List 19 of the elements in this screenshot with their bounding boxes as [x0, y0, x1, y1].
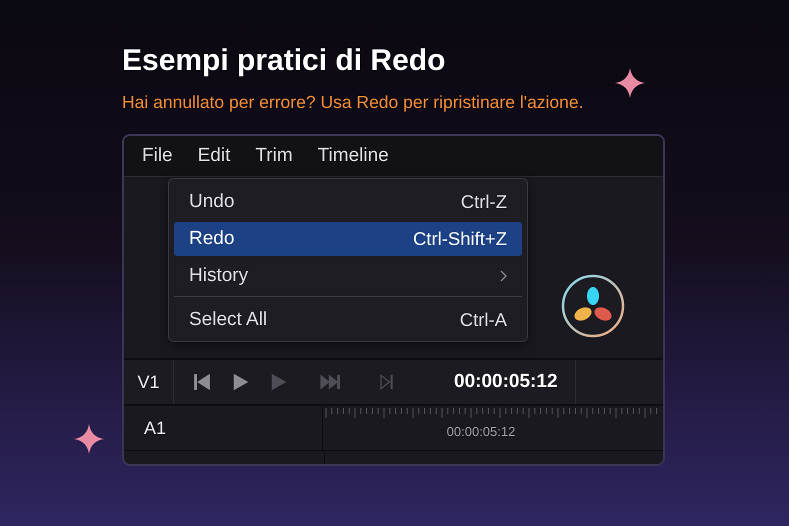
- menu-bar-item[interactable]: Timeline: [318, 145, 389, 167]
- ruler-timecode: 00:00:05:12: [446, 424, 516, 439]
- heading: Esempi pratici di Redo: [122, 43, 446, 79]
- timecode: 00:00:05:12: [454, 371, 558, 393]
- sparkle-icon: [74, 424, 104, 454]
- menu-bar-item[interactable]: Trim: [255, 145, 293, 167]
- menu-item[interactable]: Select All Ctrl-A: [174, 296, 522, 336]
- track-label: V1: [124, 360, 174, 404]
- sparkle-icon: [615, 68, 645, 98]
- logo-icon: [561, 274, 625, 338]
- menu-bar-item[interactable]: File: [142, 145, 173, 167]
- menu-bar-item[interactable]: Edit: [198, 145, 230, 167]
- menu-item[interactable]: Redo Ctrl-Shift+Z: [174, 222, 522, 256]
- track-label: A1: [124, 406, 323, 450]
- skip-back-icon[interactable]: [192, 372, 212, 392]
- chevron-icon: [499, 270, 507, 282]
- menu-item[interactable]: History: [174, 259, 522, 293]
- menu-item[interactable]: Undo Ctrl-Z: [174, 185, 522, 219]
- subtitle: Hai annullato per errore? Usa Redo per ripristinare l'azione.: [122, 91, 584, 114]
